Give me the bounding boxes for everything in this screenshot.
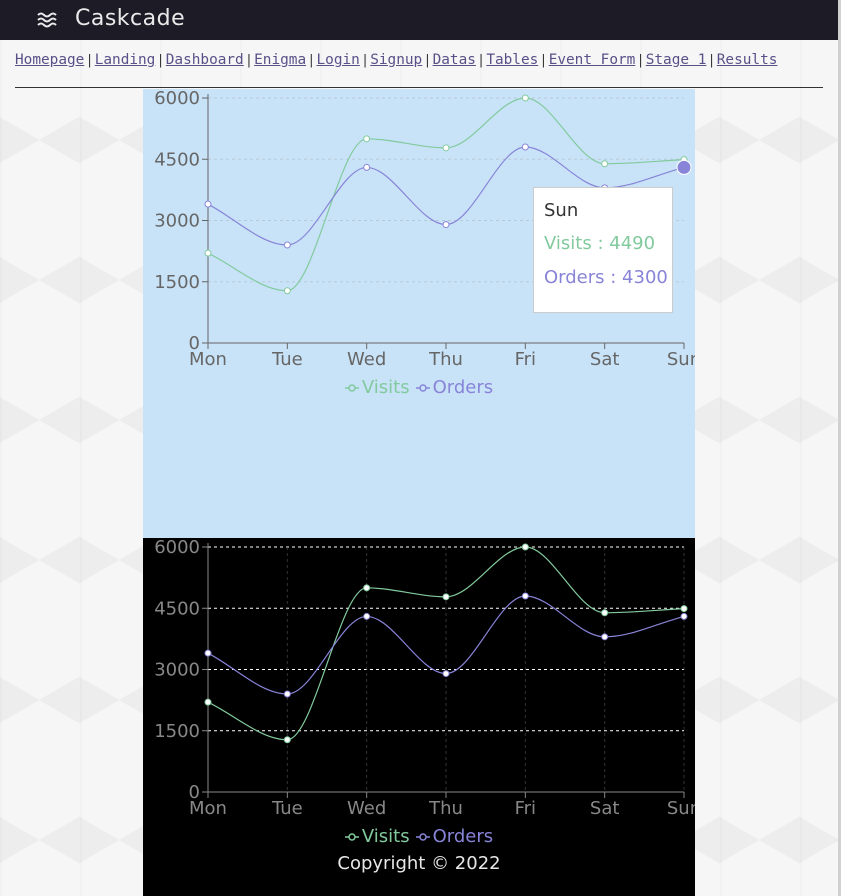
tooltip-visits: Visits : 4490 [544,233,656,254]
data-point-orders[interactable] [442,670,450,678]
nav-link-dashboard[interactable]: Dashboard [166,52,244,68]
y-tick-label: 6000 [154,89,200,109]
legend-line-icon [415,384,430,392]
data-point-visits[interactable] [442,144,450,152]
nav-separator: | [87,53,92,68]
nav-link-stage-1[interactable]: Stage 1 [646,52,707,68]
data-point-visits[interactable] [521,94,529,102]
nav-link-homepage[interactable]: Homepage [15,52,84,68]
x-tick-label: Sun [667,798,695,819]
data-point-orders[interactable] [601,633,609,641]
x-tick-label: Sat [590,798,620,819]
nav-separator: | [478,53,484,68]
legend-label: Orders [432,826,494,847]
legend-item-visits[interactable]: Visits [344,377,410,398]
nav-link-enigma[interactable]: Enigma [254,52,306,68]
active-dot[interactable] [676,159,692,175]
data-point-visits[interactable] [442,593,450,601]
data-point-orders[interactable] [521,592,529,600]
nav-separator: | [425,53,430,68]
nav-separator: | [246,53,252,68]
data-point-visits[interactable] [204,698,212,706]
y-tick-label: 4500 [154,149,200,170]
x-tick-label: Fri [515,349,536,370]
nav-link-results[interactable]: Results [717,52,778,68]
y-tick-label: 1500 [154,721,200,742]
data-point-visits[interactable] [601,160,609,168]
nav-separator: | [638,53,643,68]
legend-line-icon [344,833,359,841]
legend-label: Visits [361,377,410,398]
data-point-visits[interactable] [601,609,609,617]
data-point-visits[interactable] [204,249,212,257]
nav-separator: | [309,53,314,68]
chart-legend-light: Visits Orders [143,377,695,398]
tooltip-title: Sun [544,200,579,221]
x-tick-label: Sat [590,349,620,370]
waves-icon[interactable] [36,9,58,31]
x-tick-label: Sun [667,349,695,370]
data-point-visits[interactable] [363,584,371,592]
nav-link-login[interactable]: Login [317,52,360,68]
x-tick-label: Thu [428,798,463,819]
nav-link-event-form[interactable]: Event Form [549,52,636,68]
y-tick-label: 3000 [154,660,200,681]
nav-link-landing[interactable]: Landing [95,52,156,68]
legend-line-icon [344,384,359,392]
legend-item-visits[interactable]: Visits [344,826,410,847]
data-point-visits[interactable] [680,605,688,613]
nav-separator: | [362,53,368,68]
x-tick-label: Tue [271,349,303,370]
data-point-visits[interactable] [283,736,291,744]
chart-tooltip: Sun Visits : 4490 Orders : 4300 [533,187,673,313]
top-app-bar: Caskcade [0,0,838,40]
data-point-orders[interactable] [204,200,212,208]
data-point-visits[interactable] [283,287,291,295]
x-tick-label: Wed [347,798,386,819]
data-point-orders[interactable] [521,143,529,151]
chart-panel-dark: 01500300045006000MonTueWedThuFriSatSun V… [143,537,701,896]
legend-item-orders[interactable]: Orders [415,826,494,847]
nav-link-tables[interactable]: Tables [486,52,538,68]
nav-link-signup[interactable]: Signup [370,52,422,68]
y-tick-label: 6000 [154,538,200,558]
app-title[interactable]: Caskcade [75,6,185,31]
data-point-orders[interactable] [363,163,371,171]
nav-separator: | [158,53,163,68]
x-tick-label: Wed [347,349,386,370]
nav-link-datas[interactable]: Datas [433,52,476,68]
data-point-orders[interactable] [442,221,450,229]
y-tick-label: 3000 [154,211,200,232]
data-point-orders[interactable] [680,612,688,620]
nav-separator: | [541,53,546,68]
x-tick-label: Thu [428,349,463,370]
data-point-orders[interactable] [204,649,212,657]
y-tick-label: 4500 [154,598,200,619]
nav-separator: | [709,53,714,68]
data-point-visits[interactable] [521,543,529,551]
x-tick-label: Tue [271,798,303,819]
top-nav: Homepage | Landing | Dashboard | Enigma | Login |… [15,52,823,88]
copyright-text: Copyright © 2022 [337,853,501,874]
line-chart-dark: 01500300045006000MonTueWedThuFriSatSun [154,537,701,819]
chart-panel-light: 01500300045006000MonTueWedThuFriSatSun S… [143,88,701,538]
y-tick-label: 1500 [154,272,200,293]
legend-item-orders[interactable]: Orders [415,377,494,398]
data-point-orders[interactable] [363,612,371,620]
legend-line-icon [415,833,430,841]
x-tick-label: Fri [515,798,536,819]
x-tick-label: Mon [189,798,227,819]
legend-label: Visits [361,826,410,847]
data-point-orders[interactable] [283,690,291,698]
data-point-orders[interactable] [283,241,291,249]
tooltip-orders: Orders : 4300 [544,267,668,288]
data-point-visits[interactable] [363,135,371,143]
chart-legend-dark: Visits Orders [143,826,695,847]
x-tick-label: Mon [189,349,227,370]
legend-label: Orders [432,377,494,398]
